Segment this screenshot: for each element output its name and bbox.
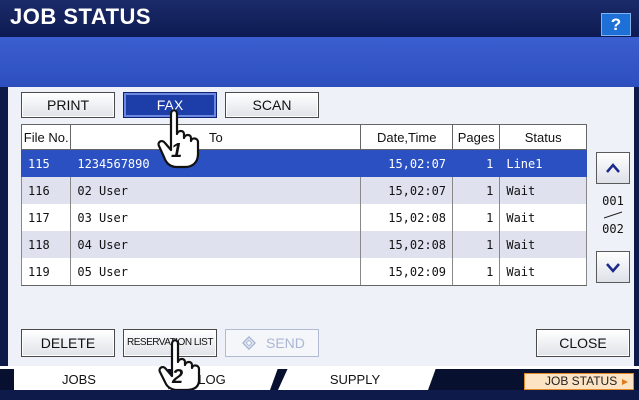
- cell-pages: 1: [452, 149, 501, 177]
- cell-file-no: 118: [20, 231, 72, 258]
- cell-pages: 1: [452, 231, 501, 258]
- table-row[interactable]: 115 1234567890 15,02:07 1 Line1: [20, 149, 587, 177]
- arrow-right-icon: [622, 379, 628, 385]
- cell-datetime: 15,02:09: [360, 258, 454, 286]
- cell-status: Wait: [499, 204, 587, 231]
- help-button[interactable]: ?: [601, 13, 631, 36]
- tab-jobs[interactable]: JOBS: [14, 366, 144, 390]
- cell-datetime: 15,02:07: [360, 177, 454, 204]
- tab-supply[interactable]: SUPPLY: [300, 366, 410, 390]
- cell-file-no: 116: [20, 177, 72, 204]
- fraction-divider: [603, 211, 623, 219]
- cell-file-no: 115: [20, 149, 72, 177]
- page-indicator: 001 002: [596, 194, 630, 236]
- job-table: File No. To Date,Time Pages Status 115 1…: [20, 124, 587, 286]
- cell-status: Wait: [499, 177, 587, 204]
- table-row[interactable]: 116 02 User 15,02:07 1 Wait: [20, 177, 587, 204]
- pointing-hand-callout-1: 1: [155, 108, 205, 170]
- diamond-icon: [242, 336, 256, 350]
- cell-pages: 1: [452, 258, 501, 286]
- cell-status: Wait: [499, 258, 587, 286]
- cell-file-no: 117: [20, 204, 72, 231]
- cell-status: Line1: [499, 149, 587, 177]
- total-pages: 002: [602, 222, 624, 236]
- cell-to: 02 User: [70, 177, 362, 204]
- table-row[interactable]: 119 05 User 15,02:09 1 Wait: [20, 258, 587, 286]
- cell-file-no: 119: [20, 258, 72, 286]
- cell-to: 05 User: [70, 258, 362, 286]
- current-page: 001: [602, 194, 624, 208]
- callout-number: 1: [171, 140, 183, 162]
- scan-tab-button[interactable]: SCAN: [225, 92, 319, 118]
- cell-datetime: 15,02:07: [360, 149, 454, 177]
- header-band: [0, 37, 639, 87]
- cell-to: 03 User: [70, 204, 362, 231]
- chevron-down-icon: [606, 263, 620, 273]
- close-button[interactable]: CLOSE: [536, 329, 630, 357]
- scroll-down-button[interactable]: [596, 251, 630, 283]
- table-header-row: File No. To Date,Time Pages Status: [20, 124, 587, 150]
- job-status-button[interactable]: JOB STATUS: [524, 373, 634, 390]
- column-header-file-no: File No.: [20, 124, 72, 150]
- cell-status: Wait: [499, 231, 587, 258]
- table-row[interactable]: 117 03 User 15,02:08 1 Wait: [20, 204, 587, 231]
- cell-datetime: 15,02:08: [360, 231, 454, 258]
- table-row[interactable]: 118 04 User 15,02:08 1 Wait: [20, 231, 587, 258]
- cell-to: 1234567890: [70, 149, 362, 177]
- pointing-hand-callout-2: 2: [156, 338, 206, 400]
- callout-number: 2: [172, 366, 184, 388]
- cell-datetime: 15,02:08: [360, 204, 454, 231]
- job-status-label: JOB STATUS: [545, 374, 618, 388]
- scroll-up-button[interactable]: [596, 152, 630, 184]
- send-button[interactable]: SEND: [225, 329, 319, 357]
- delete-button[interactable]: DELETE: [21, 329, 115, 357]
- chevron-up-icon: [606, 163, 620, 173]
- page-title: JOB STATUS: [10, 4, 152, 29]
- print-tab-button[interactable]: PRINT: [21, 92, 115, 118]
- column-header-status: Status: [499, 124, 587, 150]
- column-header-datetime: Date,Time: [360, 124, 454, 150]
- column-header-pages: Pages: [452, 124, 501, 150]
- send-label: SEND: [266, 335, 305, 351]
- cell-pages: 1: [452, 204, 501, 231]
- title-bar: JOB STATUS ?: [0, 0, 639, 37]
- column-header-to: To: [70, 124, 362, 150]
- cell-pages: 1: [452, 177, 501, 204]
- cell-to: 04 User: [70, 231, 362, 258]
